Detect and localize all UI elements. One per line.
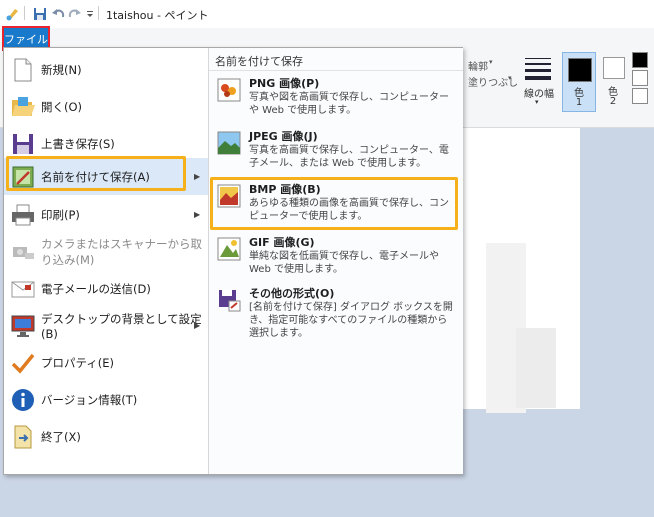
other-formats-icon <box>219 290 241 312</box>
submenu-item-title: JPEG 画像(J) <box>249 130 318 143</box>
menu-item-label: 印刷(P) <box>41 207 80 222</box>
palette-empty[interactable] <box>632 88 648 104</box>
new-file-icon <box>14 58 32 81</box>
file-menu-list: 新規(N) 開く(O) 上書き保存(S) 名前を付けて保存(A) ▶ 印刷(P)… <box>4 48 208 474</box>
save-as-submenu: 名前を付けて保存 PNG 画像(P) 写真や図を高画質で保存し、コンピューターや… <box>208 48 463 474</box>
menu-item-label: 電子メールの送信(D) <box>41 281 151 296</box>
submenu-arrow-icon: ▶ <box>194 321 201 330</box>
color1-swatch <box>568 58 592 82</box>
submenu-item-title: その他の形式(O) <box>249 287 335 300</box>
color2-num: 2 <box>609 96 617 107</box>
info-icon <box>12 388 34 411</box>
submenu-item-desc: 写真や図を高画質で保存し、コンピューターや Web で使用します。 <box>249 92 449 116</box>
save-icon[interactable] <box>33 6 47 22</box>
submenu-heading: 名前を付けて保存 <box>209 48 463 71</box>
png-image-icon <box>217 78 241 102</box>
paint-app-icon <box>6 9 18 21</box>
submenu-item-gif[interactable]: GIF 画像(G) 単純な図を低画質で保存し、電子メールや Web で使用します… <box>209 231 463 281</box>
palette-white[interactable] <box>632 70 648 86</box>
qat-separator <box>24 6 25 20</box>
menu-item-label: 開く(O) <box>41 99 83 114</box>
menu-item-label: 上書き保存(S) <box>41 136 115 151</box>
menu-item-about[interactable]: バージョン情報(T) <box>4 381 208 418</box>
undo-icon[interactable] <box>51 6 65 22</box>
save-icon <box>13 133 33 154</box>
printer-icon <box>12 204 34 225</box>
menu-item-properties[interactable]: プロパティ(E) <box>4 344 208 381</box>
submenu-arrow-icon: ▶ <box>194 210 201 219</box>
desktop-background-icon <box>11 315 35 337</box>
submenu-item-title: GIF 画像(G) <box>249 236 315 249</box>
color2-button[interactable]: 色 2 <box>598 52 628 112</box>
submenu-item-png[interactable]: PNG 画像(P) 写真や図を高画質で保存し、コンピューターや Web で使用し… <box>209 72 463 122</box>
exit-icon <box>14 425 32 448</box>
menu-item-label: 終了(X) <box>41 429 81 444</box>
canvas-content <box>516 328 556 408</box>
color1-button[interactable]: 色 1 <box>562 52 596 112</box>
email-icon <box>11 281 35 297</box>
line-width-icon[interactable] <box>523 56 553 82</box>
menu-item-label: デスクトップの背景として設定(B) <box>41 311 202 341</box>
file-menu: 新規(N) 開く(O) 上書き保存(S) 名前を付けて保存(A) ▶ 印刷(P)… <box>3 47 463 475</box>
menu-item-print[interactable]: 印刷(P) ▶ <box>4 196 208 233</box>
color2-swatch <box>603 57 625 79</box>
menu-item-label: プロパティ(E) <box>41 355 115 370</box>
window-title: 1taishou - ペイント <box>106 9 209 22</box>
menu-item-exit[interactable]: 終了(X) <box>4 418 208 455</box>
gif-image-icon <box>217 237 241 261</box>
highlight-bmp <box>210 177 458 230</box>
canvas[interactable] <box>456 128 580 413</box>
menu-item-label: 新規(N) <box>41 62 82 77</box>
submenu-item-jpeg[interactable]: JPEG 画像(J) 写真を高画質で保存し、コンピューター、電子メール、または … <box>209 125 463 175</box>
menu-item-set-desktop-background[interactable]: デスクトップの背景として設定(B) ▶ <box>4 307 208 344</box>
menu-item-label: バージョン情報(T) <box>41 392 138 407</box>
submenu-item-desc: [名前を付けて保存] ダイアログ ボックスを開き、指定可能なすべてのファイルの種… <box>249 302 453 339</box>
customize-qat-icon[interactable] <box>86 6 94 22</box>
open-folder-icon <box>12 96 35 116</box>
menu-item-label: カメラまたはスキャナーから取り込み(M) <box>41 236 202 267</box>
title-separator <box>98 6 99 20</box>
menu-item-import-scanner[interactable]: カメラまたはスキャナーから取り込み(M) <box>4 233 208 270</box>
highlight-save-as <box>6 156 186 191</box>
checkmark-icon <box>11 353 35 374</box>
menu-item-open[interactable]: 開く(O) <box>4 88 208 125</box>
outline-label[interactable]: 輪郭 <box>468 58 488 73</box>
redo-icon[interactable] <box>68 6 82 22</box>
scanner-icon <box>13 246 34 259</box>
jpeg-image-icon <box>217 131 241 155</box>
file-tab[interactable]: ファイル <box>2 26 50 51</box>
submenu-heading-text: 名前を付けて保存 <box>215 55 303 68</box>
palette-black[interactable] <box>632 52 648 68</box>
submenu-item-other-formats[interactable]: その他の形式(O) [名前を付けて保存] ダイアログ ボックスを開き、指定可能な… <box>209 282 463 342</box>
line-width-label[interactable]: 線の幅 <box>524 85 554 100</box>
color1-num: 1 <box>575 97 583 108</box>
submenu-item-desc: 単純な図を低画質で保存し、電子メールや Web で使用します。 <box>249 251 439 275</box>
title-bar: 1taishou - ペイント <box>0 0 654 29</box>
submenu-item-title: PNG 画像(P) <box>249 77 320 90</box>
menu-item-new[interactable]: 新規(N) <box>4 51 208 88</box>
submenu-item-desc: 写真を高画質で保存し、コンピューター、電子メール、または Web で使用します。 <box>249 145 449 169</box>
submenu-arrow-icon: ▶ <box>194 172 201 181</box>
menu-item-send-email[interactable]: 電子メールの送信(D) <box>4 270 208 307</box>
